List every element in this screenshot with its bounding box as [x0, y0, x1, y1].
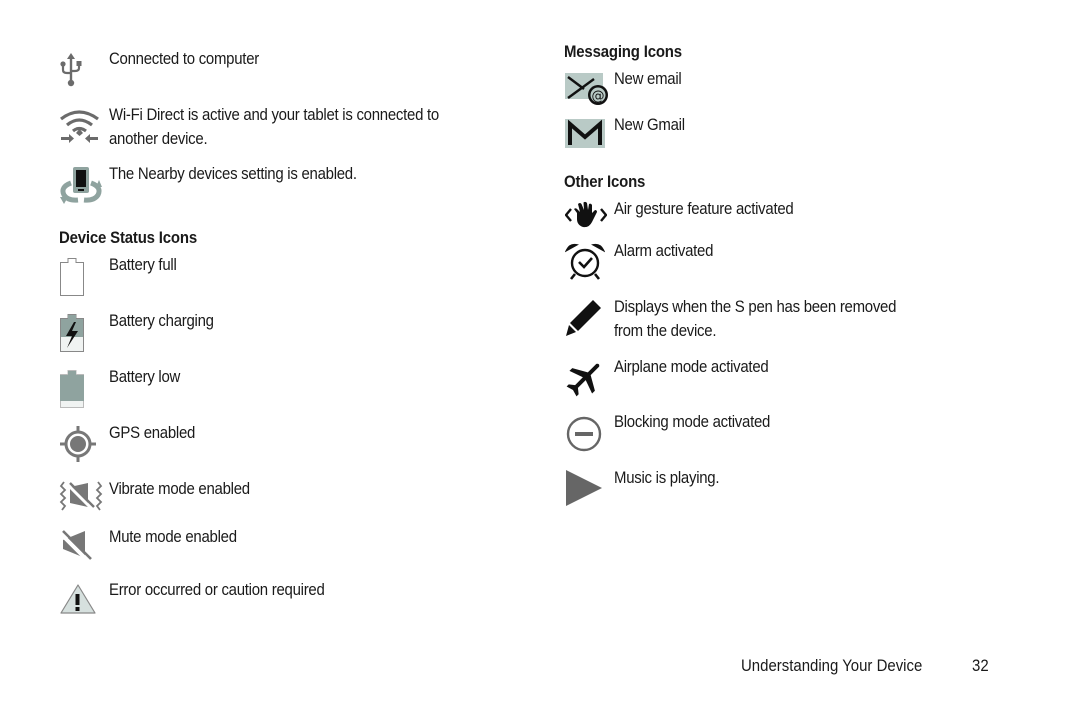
s-pen-text-line2: from the device.	[614, 321, 717, 340]
s-pen-icon	[565, 298, 603, 338]
usb-connected-text: Connected to computer	[109, 49, 259, 68]
alarm-icon	[565, 242, 605, 282]
warning-text: Error occurred or caution required	[109, 580, 325, 599]
air-gesture-text: Air gesture feature activated	[614, 199, 794, 218]
battery-low-icon	[59, 369, 87, 409]
gmail-icon	[564, 118, 606, 150]
alarm-text: Alarm activated	[614, 241, 714, 260]
vibrate-text: Vibrate mode enabled	[109, 479, 250, 498]
usb-icon	[59, 52, 83, 88]
page-number: 32	[972, 656, 989, 675]
warning-icon	[59, 583, 97, 615]
battery-full-icon	[59, 257, 87, 297]
email-icon: @	[564, 71, 610, 107]
footer-section-title: Understanding Your Device	[741, 656, 923, 675]
s-pen-text-line1: Displays when the S pen has been removed	[614, 297, 897, 316]
svg-text:@: @	[592, 89, 605, 104]
new-gmail-text: New Gmail	[614, 115, 685, 134]
wifi-direct-text-line1: Wi-Fi Direct is active and your tablet i…	[109, 105, 439, 124]
vibrate-icon	[58, 479, 104, 513]
device-status-heading: Device Status Icons	[59, 228, 198, 247]
nearby-devices-text: The Nearby devices setting is enabled.	[109, 164, 357, 183]
battery-charging-icon	[59, 313, 87, 353]
air-gesture-icon	[565, 201, 607, 229]
messaging-heading: Messaging Icons	[564, 42, 682, 61]
battery-full-text: Battery full	[109, 255, 177, 274]
mute-text: Mute mode enabled	[109, 527, 237, 546]
airplane-icon	[565, 358, 605, 398]
mute-icon	[59, 528, 95, 562]
gps-icon	[59, 425, 97, 463]
gps-text: GPS enabled	[109, 423, 196, 442]
airplane-text: Airplane mode activated	[614, 357, 769, 376]
nearby-devices-icon	[58, 165, 104, 205]
music-playing-icon	[565, 469, 605, 509]
wifi-direct-icon	[58, 108, 102, 144]
blocking-mode-icon	[565, 415, 603, 453]
music-playing-text: Music is playing.	[614, 468, 720, 487]
wifi-direct-text-line2: another device.	[109, 129, 208, 148]
blocking-mode-text: Blocking mode activated	[614, 412, 771, 431]
other-icons-heading: Other Icons	[564, 172, 646, 191]
battery-low-text: Battery low	[109, 367, 181, 386]
new-email-text: New email	[614, 69, 682, 88]
battery-charging-text: Battery charging	[109, 311, 214, 330]
